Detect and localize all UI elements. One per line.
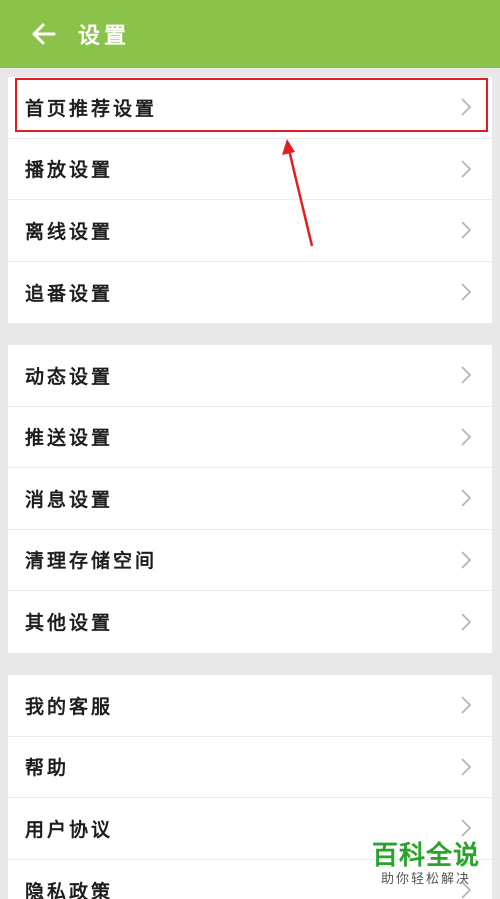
watermark: 百科全说 助你轻松解决 (366, 841, 486, 889)
settings-item-label: 追番设置 (25, 282, 114, 305)
chevron-right-icon (461, 551, 472, 569)
settings-item-label: 动态设置 (25, 365, 114, 388)
chevron-right-icon (461, 221, 472, 239)
settings-item-label: 用户协议 (25, 818, 114, 841)
settings-item-other[interactable]: 其他设置 (8, 591, 492, 653)
settings-item-label: 我的客服 (25, 695, 114, 718)
settings-item-label: 清理存储空间 (25, 550, 158, 573)
settings-item-follow-series[interactable]: 追番设置 (8, 262, 492, 324)
settings-group-general: 首页推荐设置 播放设置 离线设置 追番设置 (8, 77, 492, 323)
page-title: 设置 (78, 24, 131, 49)
arrow-left-icon (32, 23, 56, 45)
settings-item-label: 帮助 (25, 757, 70, 780)
settings-screen: 设置 首页推荐设置 播放设置 离线设置 追番设置 动态设置 推送设置 消息设置 … (0, 0, 500, 899)
settings-item-help[interactable]: 帮助 (8, 737, 492, 798)
settings-item-push[interactable]: 推送设置 (8, 407, 492, 468)
watermark-subtitle: 助你轻松解决 (380, 872, 471, 887)
settings-item-label: 消息设置 (25, 488, 114, 511)
settings-item-label: 推送设置 (25, 427, 114, 450)
settings-item-clear-storage[interactable]: 清理存储空间 (8, 530, 492, 591)
chevron-right-icon (461, 696, 472, 714)
settings-item-label: 其他设置 (25, 612, 114, 635)
chevron-right-icon (461, 613, 472, 631)
settings-item-messages[interactable]: 消息设置 (8, 468, 492, 530)
chevron-right-icon (461, 428, 472, 446)
settings-item-label: 首页推荐设置 (25, 97, 158, 120)
settings-item-offline[interactable]: 离线设置 (8, 200, 492, 262)
settings-item-playback[interactable]: 播放设置 (8, 139, 492, 200)
settings-item-label: 离线设置 (25, 220, 114, 243)
settings-item-customer-service[interactable]: 我的客服 (8, 675, 492, 737)
settings-item-home-recommend[interactable]: 首页推荐设置 (8, 77, 492, 139)
chevron-right-icon (461, 819, 472, 837)
chevron-right-icon (461, 489, 472, 507)
chevron-right-icon (461, 98, 472, 116)
chevron-right-icon (461, 366, 472, 384)
settings-item-dynamic[interactable]: 动态设置 (8, 345, 492, 407)
settings-group-notifications: 动态设置 推送设置 消息设置 清理存储空间 其他设置 (8, 345, 492, 653)
settings-item-label: 播放设置 (25, 159, 114, 182)
settings-item-label: 隐私政策 (25, 880, 114, 899)
watermark-title: 百科全说 (371, 841, 480, 871)
back-button[interactable] (26, 16, 62, 52)
chevron-right-icon (461, 758, 472, 776)
chevron-right-icon (461, 160, 472, 178)
chevron-right-icon (461, 283, 472, 301)
top-app-bar: 设置 (0, 0, 500, 68)
